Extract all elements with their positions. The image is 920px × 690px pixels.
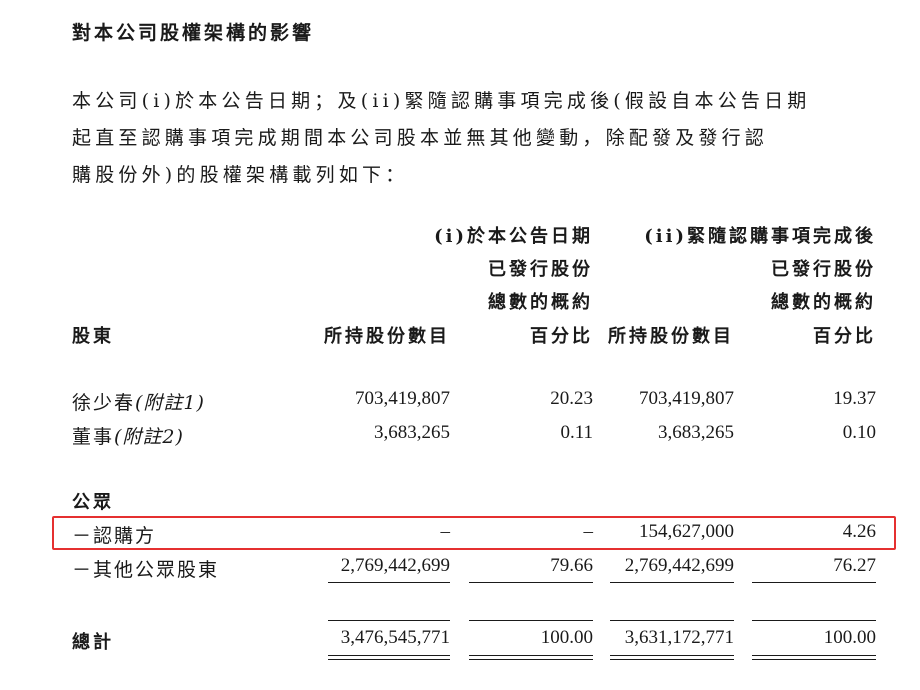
section-heading: 對本公司股權架構的影響 <box>72 22 315 44</box>
public-row-2-name: －其他公眾股東 <box>72 559 220 581</box>
group-ii-header-3: 總數的概約 <box>771 292 876 313</box>
total-pct-2: 100.00 <box>823 627 876 648</box>
public-row-1-shares-2: 154,627,000 <box>639 521 734 542</box>
paragraph-line-2: 起直至認購事項完成期間本公司股本並無其他變動，除配發及發行認 <box>72 127 769 149</box>
row-2-pct-2: 0.10 <box>842 422 876 443</box>
public-row-1-shares-1: – <box>440 521 451 542</box>
total-pct-1: 100.00 <box>540 627 593 648</box>
public-row-2-shares-2: 2,769,442,699 <box>624 555 734 576</box>
total-shares-2: 3,631,172,771 <box>624 627 734 648</box>
row-1-name: 徐少春(附註1) <box>72 392 205 414</box>
row-2-shares-1: 3,683,265 <box>374 422 450 443</box>
col-pct-2-header: 百分比 <box>813 326 876 347</box>
total-top-rule-shares-2 <box>610 620 734 621</box>
public-label: 公眾 <box>72 492 114 513</box>
total-top-rule-pct-2 <box>752 620 876 621</box>
row-1-pct-1: 20.23 <box>550 388 593 409</box>
row-2-shares-2: 3,683,265 <box>658 422 734 443</box>
highlight-box <box>52 516 896 550</box>
total-shares-1: 3,476,545,771 <box>340 627 450 648</box>
subtotal-rule-pct-1 <box>469 582 593 583</box>
total-double-rule-pct-1 <box>469 655 593 660</box>
row-2-pct-1: 0.11 <box>560 422 593 443</box>
col-shares-1-header: 所持股份數目 <box>324 326 450 347</box>
total-top-rule-shares-1 <box>328 620 450 621</box>
row-1-shares-2: 703,419,807 <box>639 388 734 409</box>
subtotal-rule-shares-2 <box>610 582 734 583</box>
public-row-2-pct-2: 76.27 <box>833 555 876 576</box>
public-row-1-name: －認購方 <box>72 525 157 547</box>
col-pct-1-header: 百分比 <box>530 326 593 347</box>
paragraph-line-3: 購股份外)的股權架構載列如下： <box>72 164 409 186</box>
public-row-1-pct-2: 4.26 <box>842 521 876 542</box>
total-top-rule-pct-1 <box>469 620 593 621</box>
row-1-pct-2: 19.37 <box>833 388 876 409</box>
total-double-rule-shares-1 <box>328 655 450 660</box>
row-1-shares-1: 703,419,807 <box>355 388 450 409</box>
col-shares-2-header: 所持股份數目 <box>608 326 734 347</box>
public-row-2-shares-1: 2,769,442,699 <box>340 555 450 576</box>
group-i-header-3: 總數的概約 <box>488 292 593 313</box>
public-row-2-pct-1: 79.66 <box>550 555 593 576</box>
paragraph-line-1: 本公司(i)於本公告日期；及(ii)緊隨認購事項完成後(假設自本公告日期 <box>72 90 811 112</box>
group-ii-header-1: (ii)緊隨認購事項完成後 <box>644 226 876 247</box>
group-ii-header-2: 已發行股份 <box>771 259 876 280</box>
total-double-rule-shares-2 <box>610 655 734 660</box>
subtotal-rule-pct-2 <box>752 582 876 583</box>
group-i-header-2: 已發行股份 <box>488 259 593 280</box>
total-double-rule-pct-2 <box>752 655 876 660</box>
col-shareholder-header: 股東 <box>72 326 114 347</box>
row-2-name: 董事(附註2) <box>72 426 184 448</box>
group-i-header-1: (i)於本公告日期 <box>434 226 593 247</box>
public-row-1-pct-1: – <box>583 521 594 542</box>
total-label: 總計 <box>72 632 114 653</box>
subtotal-rule-shares-1 <box>328 582 450 583</box>
